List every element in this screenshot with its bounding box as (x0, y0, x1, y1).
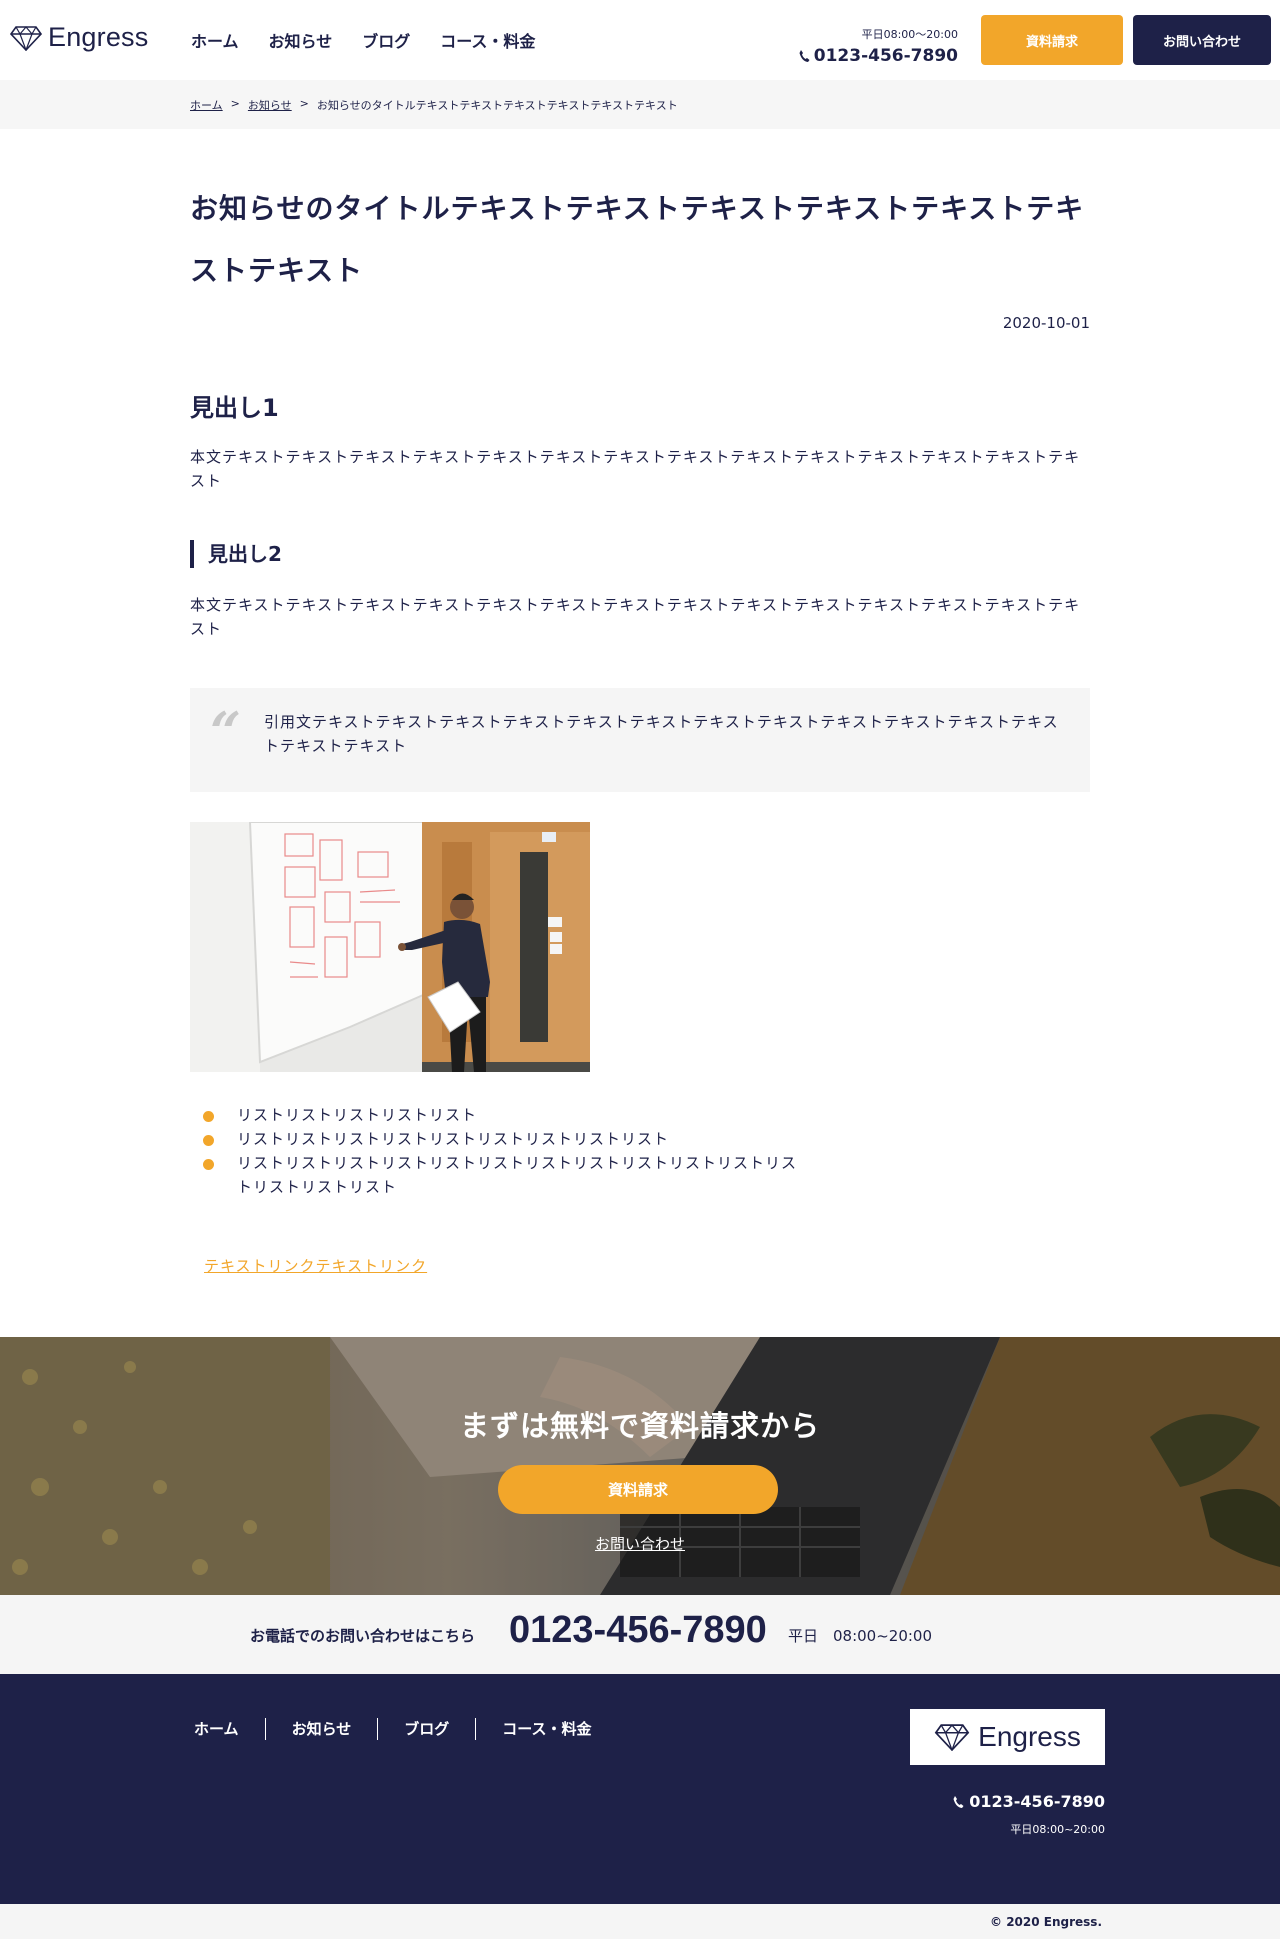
bullet-icon (203, 1111, 214, 1122)
footer-logo[interactable]: Engress (910, 1709, 1105, 1765)
footer-nav-home[interactable]: ホーム (186, 1718, 265, 1740)
breadcrumb-bar: ホーム > お知らせ > お知らせのタイトルテキストテキストテキストテキストテキ… (0, 80, 1280, 129)
quote-text: 引用文テキストテキストテキストテキストテキストテキストテキストテキストテキストテ… (264, 713, 1059, 755)
phone-icon (799, 50, 810, 62)
footer-phone-number: 0123-456-7890 (969, 1792, 1105, 1811)
phone-band-number[interactable]: 0123-456-7890 (509, 1609, 767, 1652)
cta-title: まずは無料で資料請求から (459, 1409, 820, 1443)
cta-request-docs-button[interactable]: 資料請求 (498, 1465, 778, 1514)
footer-hours: 平日08:00~20:00 (1010, 1823, 1105, 1836)
list-item: リストリストリストリストリスト (203, 1103, 803, 1127)
heading-1: 見出し1 (190, 394, 279, 422)
site-footer: ホーム お知らせ ブログ コース・料金 Engress 0123-456-789… (0, 1674, 1280, 1904)
body-text-1: 本文テキストテキストテキストテキストテキストテキストテキストテキストテキストテキ… (190, 448, 1081, 490)
copyright-bar: © 2020 Engress. (0, 1904, 1280, 1939)
header-phone[interactable]: 0123-456-7890 (798, 46, 958, 66)
footer-nav: ホーム お知らせ ブログ コース・料金 (186, 1718, 618, 1740)
blockquote: “ 引用文テキストテキストテキストテキストテキストテキストテキストテキストテキス… (190, 688, 1090, 792)
bullet-icon (203, 1135, 214, 1146)
bullet-icon (203, 1159, 214, 1170)
site-header: Engress ホーム お知らせ ブログ コース・料金 平日08:00〜20:0… (0, 0, 1280, 80)
breadcrumb-separator: > (299, 97, 309, 110)
footer-nav-news[interactable]: お知らせ (264, 1718, 378, 1740)
heading-2: 見出し2 (190, 540, 282, 568)
article-title: お知らせのタイトルテキストテキストテキストテキストテキストテキストテキスト (190, 192, 1085, 287)
phone-band-hours: 平日 08:00~20:00 (788, 1627, 933, 1645)
cta-contact-link[interactable]: お問い合わせ (0, 1533, 1280, 1554)
footer-phone[interactable]: 0123-456-7890 (952, 1792, 1105, 1811)
list-item: リストリストリストリストリストリストリストリストリストリストリストリストリストリ… (203, 1151, 803, 1199)
header-logo[interactable]: Engress (10, 22, 148, 53)
list-item-text: リストリストリストリストリストリストリストリストリスト (237, 1130, 670, 1148)
contact-button[interactable]: お問い合わせ (1133, 15, 1271, 65)
breadcrumb: ホーム > お知らせ > お知らせのタイトルテキストテキストテキストテキストテキ… (190, 97, 678, 113)
phone-band-label: お電話でのお問い合わせはこちら (250, 1627, 476, 1645)
list-item-text: リストリストリストリストリストリストリストリストリストリストリストリストリストリ… (237, 1154, 798, 1196)
breadcrumb-current: お知らせのタイトルテキストテキストテキストテキストテキストテキスト (316, 99, 678, 112)
article-photo (190, 822, 590, 1072)
article-date: 2020-10-01 (1002, 314, 1090, 332)
footer-logo-text: Engress (978, 1721, 1081, 1752)
request-docs-button[interactable]: 資料請求 (981, 15, 1123, 65)
nav-course[interactable]: コース・料金 (440, 28, 535, 52)
breadcrumb-separator: > (230, 97, 240, 110)
bullet-list: リストリストリストリストリスト リストリストリストリストリストリストリストリスト… (203, 1103, 803, 1199)
main-nav: ホーム お知らせ ブログ コース・料金 (191, 28, 565, 52)
body-text-2: 本文テキストテキストテキストテキストテキストテキストテキストテキストテキストテキ… (190, 596, 1081, 638)
footer-nav-blog[interactable]: ブログ (377, 1718, 475, 1740)
nav-news[interactable]: お知らせ (269, 28, 333, 52)
phone-icon (953, 1795, 964, 1808)
diamond-icon (10, 25, 42, 51)
quote-mark-icon: “ (210, 700, 242, 764)
phone-band: お電話でのお問い合わせはこちら 0123-456-7890 平日 08:00~2… (0, 1595, 1280, 1674)
nav-home[interactable]: ホーム (191, 28, 239, 52)
footer-nav-course[interactable]: コース・料金 (475, 1718, 617, 1740)
list-item-text: リストリストリストリストリスト (237, 1106, 478, 1124)
list-item: リストリストリストリストリストリストリストリストリスト (203, 1127, 803, 1151)
header-hours: 平日08:00〜20:00 (861, 28, 958, 41)
logo-text: Engress (48, 22, 149, 52)
text-link[interactable]: テキストリンクテキストリンク (204, 1255, 427, 1276)
cta-section: まずは無料で資料請求から 資料請求 お問い合わせ (0, 1337, 1280, 1595)
nav-blog[interactable]: ブログ (362, 28, 410, 52)
header-phone-number: 0123-456-7890 (813, 46, 958, 66)
breadcrumb-news[interactable]: お知らせ (248, 97, 292, 113)
breadcrumb-home[interactable]: ホーム (190, 97, 223, 113)
diamond-icon (934, 1724, 970, 1751)
copyright-text: © 2020 Engress. (990, 1915, 1102, 1929)
